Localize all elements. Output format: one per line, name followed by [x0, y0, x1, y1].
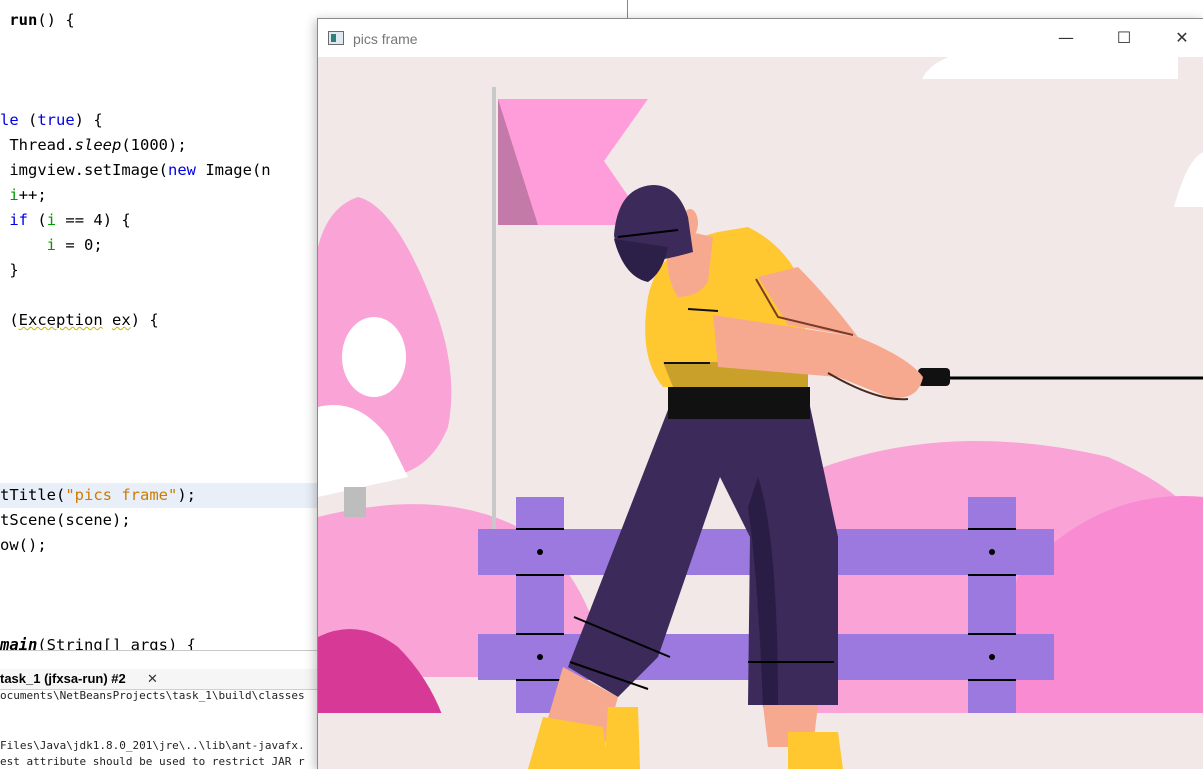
code-line: tTitle("pics frame"); [0, 483, 330, 508]
shoe [604, 707, 640, 769]
code-line: i = 0; [0, 233, 103, 258]
code-line: tScene(scene); [0, 508, 131, 533]
code-line: (Exception ex) { [0, 308, 159, 333]
code-token: } [0, 261, 19, 279]
code-line: i++; [0, 183, 47, 208]
output-line: ocuments\NetBeansProjects\task_1\build\c… [0, 689, 305, 702]
pics-frame-window[interactable]: pics frame — ☐ ✕ [317, 18, 1203, 769]
code-token: i [46, 236, 57, 254]
tree-trunk [344, 487, 366, 517]
code-token: true [37, 111, 75, 129]
code-token: run [9, 11, 38, 29]
code-line: Thread.sleep(1000); [0, 133, 187, 158]
code-line: } [0, 258, 19, 283]
ground [318, 713, 1203, 769]
code-token: Thread. [0, 136, 75, 154]
window-title: pics frame [353, 31, 418, 47]
code-token: ) { [130, 311, 159, 329]
fence-nail [537, 654, 543, 660]
window-titlebar[interactable]: pics frame — ☐ ✕ [318, 19, 1203, 57]
code-line: run() { [0, 8, 75, 33]
code-token: "pics frame" [65, 486, 178, 504]
code-line: ow(); [0, 533, 47, 558]
close-button[interactable]: ✕ [1153, 19, 1203, 57]
code-token: new [167, 161, 196, 179]
code-token: i [46, 211, 57, 229]
fence-nail [537, 549, 543, 555]
output-panel: task_1 (jfxsa-run) #2 ✕ ocuments\NetBean… [0, 650, 330, 769]
code-token: == 4) { [56, 211, 131, 229]
code-token: Image(n [195, 161, 271, 179]
code-token: tScene(scene); [0, 511, 131, 529]
output-tab-bar: task_1 (jfxsa-run) #2 ✕ [0, 669, 330, 690]
flagpole [492, 87, 496, 557]
code-token: i [9, 186, 19, 204]
output-line: Files\Java\jdk1.8.0_201\jre\..\lib\ant-j… [0, 739, 305, 752]
code-line: le (true) { [0, 108, 103, 133]
shoe [788, 732, 843, 769]
code-token: if [9, 211, 29, 229]
output-line: est attribute should be used to restrict… [0, 755, 305, 768]
code-token: sleep [74, 136, 122, 154]
maximize-button[interactable]: ☐ [1095, 19, 1153, 57]
right-margin-guide [627, 0, 628, 20]
cloud-shape [922, 57, 1178, 79]
image-view [318, 57, 1203, 769]
code-token: () { [37, 11, 75, 29]
code-token: ex [112, 311, 131, 329]
code-line: if (i == 4) { [0, 208, 131, 233]
code-token: tTitle( [0, 486, 66, 504]
code-token: ( [18, 111, 38, 129]
fence-nail [989, 549, 995, 555]
tree-highlight [342, 317, 406, 397]
code-token: ( [28, 211, 47, 229]
app-icon [328, 31, 344, 45]
close-icon[interactable]: ✕ [147, 669, 158, 689]
code-token: ); [177, 486, 196, 504]
code-token: = 0; [56, 236, 103, 254]
belt [668, 387, 810, 419]
illustration-man-pulling-rope [318, 57, 1203, 769]
code-token: ow(); [0, 536, 47, 554]
code-token: imgview.setImage( [0, 161, 168, 179]
minimize-button[interactable]: — [1037, 19, 1095, 57]
code-token: ( [0, 311, 19, 329]
fence-nail [989, 654, 995, 660]
code-token: (1000); [121, 136, 187, 154]
code-token: le [0, 111, 19, 129]
code-token: ) { [74, 111, 103, 129]
output-tab[interactable]: task_1 (jfxsa-run) #2 [0, 669, 126, 689]
code-token: ++; [18, 186, 47, 204]
code-token: Exception [18, 311, 103, 329]
code-line: imgview.setImage(new Image(n [0, 158, 271, 183]
